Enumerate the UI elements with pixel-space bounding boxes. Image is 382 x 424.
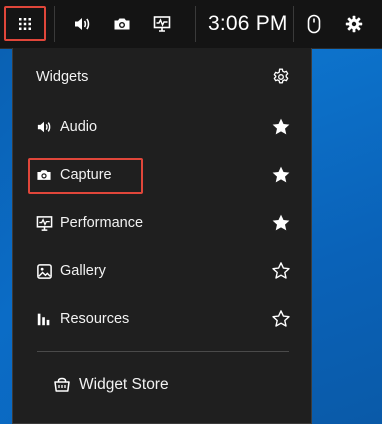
gear-icon [273,68,289,84]
camera-icon [114,18,130,30]
widget-item-audio[interactable]: Audio [13,105,311,149]
settings-button[interactable] [340,6,368,42]
star-filled-icon[interactable] [271,165,291,185]
widget-store-label: Widget Store [79,376,169,393]
gallery-icon [35,262,53,280]
widget-item-performance[interactable]: Performance [13,201,311,245]
mouse-button[interactable] [300,6,328,42]
separator [195,6,196,42]
widget-menu-button[interactable] [4,6,46,41]
star-outline-icon[interactable] [271,261,291,281]
gear-icon [345,15,363,33]
widget-settings-button[interactable] [272,68,290,86]
widget-menu-panel: Widgets Audio Capture Performance Galler… [12,48,312,424]
capture-button[interactable] [108,6,136,42]
performance-button[interactable] [148,6,176,42]
widget-store-icon [54,377,70,392]
widget-item-label: Audio [60,119,98,135]
separator [54,6,55,42]
speaker-icon [75,18,90,30]
widget-item-gallery[interactable]: Gallery [13,249,311,293]
star-filled-icon[interactable] [271,117,291,137]
widget-item-label: Gallery [60,263,106,279]
desktop-background [312,48,382,424]
performance-icon [153,16,171,32]
performance-icon [35,214,53,232]
clock: 3:06 PM [208,12,288,35]
speaker-icon [35,118,53,136]
selection-highlight [28,158,143,194]
widget-item-resources[interactable]: Resources [13,297,311,341]
divider [37,351,289,352]
widget-item-label: Resources [60,311,130,327]
star-outline-icon[interactable] [271,309,291,329]
widget-menu-icon [19,17,31,30]
separator [293,6,294,42]
game-bar: 3:06 PM [0,0,382,49]
audio-button[interactable] [68,6,96,42]
widget-item-label: Performance [60,215,144,231]
resources-icon [35,310,53,328]
star-filled-icon[interactable] [271,213,291,233]
mouse-icon [307,14,321,34]
panel-title: Widgets [36,69,89,85]
widget-store-button[interactable]: Widget Store [53,376,169,394]
